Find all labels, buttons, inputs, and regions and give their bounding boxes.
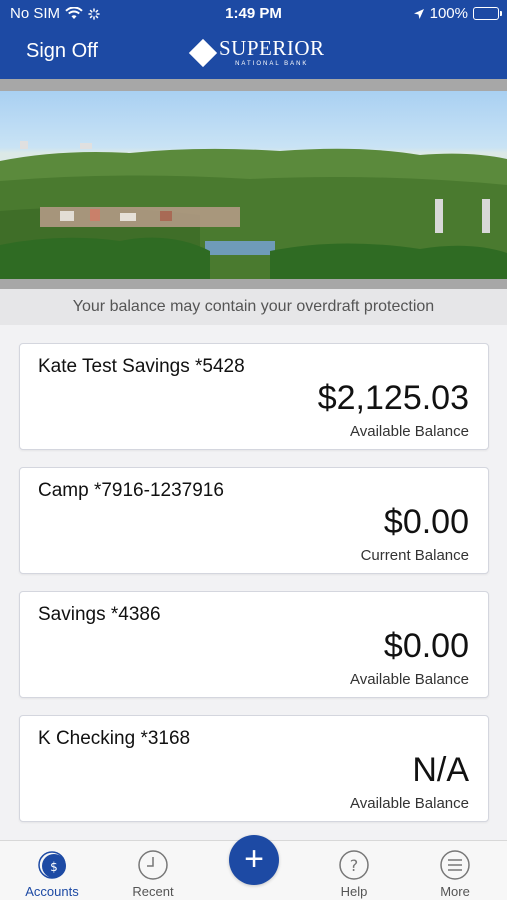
hero-top-band — [0, 79, 507, 91]
logo-name: SUPERIOR — [219, 36, 325, 60]
location-arrow-icon — [413, 8, 424, 19]
account-name: Savings *4386 — [38, 604, 161, 625]
sign-off-button[interactable]: Sign Off — [26, 40, 98, 63]
svg-text:$: $ — [50, 860, 58, 874]
account-card[interactable]: Kate Test Savings *5428 $2,125.03 Availa… — [19, 343, 489, 450]
account-name: Camp *7916-1237916 — [38, 480, 224, 501]
tab-recent-label: Recent — [132, 884, 174, 899]
tab-accounts[interactable]: $ Accounts — [2, 841, 102, 900]
tab-help-label: Help — [340, 884, 368, 899]
balance-label: Available Balance — [350, 795, 469, 812]
tab-recent[interactable]: Recent — [103, 841, 203, 900]
menu-lines-icon — [440, 850, 470, 880]
tab-more-label: More — [440, 884, 470, 899]
account-card[interactable]: Savings *4386 $0.00 Available Balance — [19, 591, 489, 698]
logo-diamond-icon — [188, 38, 218, 67]
hero-bottom-band — [0, 279, 507, 289]
overdraft-notice: Your balance may contain your overdraft … — [0, 289, 507, 325]
tab-accounts-label: Accounts — [25, 884, 79, 899]
tab-help[interactable]: ? Help — [304, 841, 404, 900]
account-balance: $0.00 — [383, 627, 469, 665]
account-balance: $2,125.03 — [317, 379, 469, 417]
app-header: No SIM 1:49 PM 100% Sign Off SUPERIOR NA… — [0, 0, 507, 79]
bank-logo: SUPERIOR NATIONAL BANK — [188, 36, 325, 67]
hero-landscape-image — [0, 91, 507, 279]
account-name: K Checking *3168 — [38, 728, 191, 749]
svg-text:?: ? — [350, 856, 359, 875]
account-balance: N/A — [412, 751, 469, 789]
logo-subtitle: NATIONAL BANK — [235, 61, 309, 67]
clock-icon — [138, 850, 168, 880]
balance-label: Current Balance — [360, 547, 469, 564]
balance-label: Available Balance — [350, 671, 469, 688]
account-balance: $0.00 — [383, 503, 469, 541]
battery-icon — [473, 7, 502, 20]
balance-label: Available Balance — [350, 423, 469, 440]
tab-more[interactable]: More — [405, 841, 505, 900]
battery-percent: 100% — [429, 5, 468, 22]
account-name: Kate Test Savings *5428 — [38, 356, 245, 377]
help-question-icon: ? — [339, 850, 369, 880]
add-button[interactable]: + — [229, 835, 279, 885]
account-card[interactable]: K Checking *3168 N/A Available Balance — [19, 715, 489, 822]
dollar-circle-icon: $ — [38, 851, 66, 879]
account-card[interactable]: Camp *7916-1237916 $0.00 Current Balance — [19, 467, 489, 574]
status-bar: No SIM 1:49 PM 100% — [0, 0, 507, 28]
